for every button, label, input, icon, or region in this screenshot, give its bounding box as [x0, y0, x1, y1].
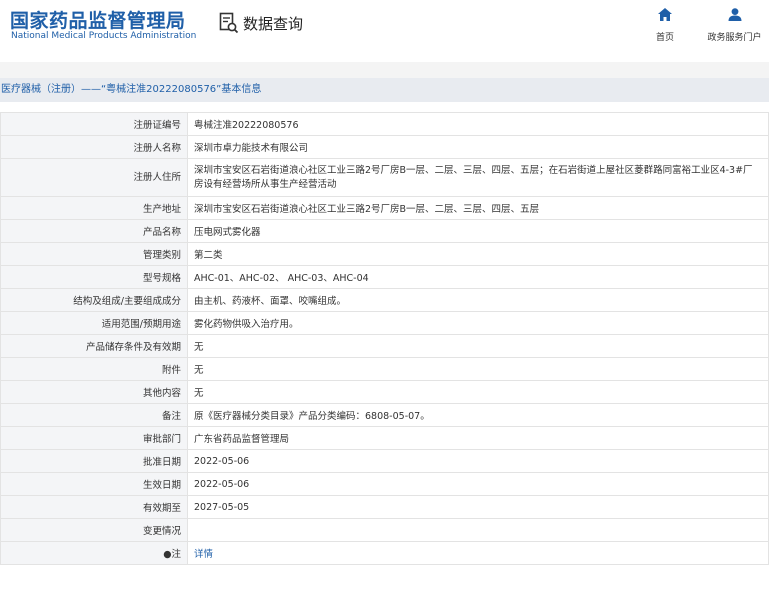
table-row: 其他内容无	[0, 380, 769, 404]
user-icon	[700, 8, 769, 24]
query-label: 数据查询	[243, 14, 304, 33]
row-value: 深圳市宝安区石岩街道浪心社区工业三路2号厂房B一层、二层、三层、四层、五层；在石…	[187, 158, 769, 197]
row-value: 深圳市宝安区石岩街道浪心社区工业三路2号厂房B一层、二层、三层、四层、五层	[187, 196, 769, 220]
row-value: 详情	[187, 541, 769, 565]
table-row: 有效期至 2027-05-05	[0, 495, 769, 519]
row-value: 粤械注准20222080576	[187, 112, 769, 136]
breadcrumb-text: 医疗器械（注册）——“粤械注准20222080576”基本信息	[1, 84, 262, 95]
table-row: 生效日期 2022-05-06	[0, 472, 769, 496]
row-label: 生产地址	[0, 196, 188, 220]
row-value	[187, 518, 769, 542]
table-row: 备注 原《医疗器械分类目录》产品分类编码：6808-05-07。	[0, 403, 769, 427]
row-value: 原《医疗器械分类目录》产品分类编码：6808-05-07。	[187, 403, 769, 427]
row-label: 产品储存条件及有效期	[0, 334, 188, 358]
table-row: ●注 详情	[0, 541, 769, 565]
nav-service-label: 政务服务门户	[707, 33, 762, 43]
header-divider	[0, 62, 769, 78]
nav-home[interactable]: 首页	[647, 8, 683, 43]
row-label: 有效期至	[0, 495, 188, 519]
nav-service-portal[interactable]: 政务服务门户	[700, 8, 769, 43]
table-row: 管理类别 第二类	[0, 242, 769, 266]
row-label: 型号规格	[0, 265, 188, 289]
table-row: 注册人名称 深圳市卓力能技术有限公司	[0, 135, 769, 159]
row-label: 管理类别	[0, 242, 188, 266]
row-value: 无	[187, 334, 769, 358]
breadcrumb: 医疗器械（注册）——“粤械注准20222080576”基本信息	[0, 78, 769, 102]
row-label: 适用范围/预期用途	[0, 311, 188, 335]
row-label: 注册人住所	[0, 158, 188, 197]
row-value: 雾化药物供吸入治疗用。	[187, 311, 769, 335]
details-link[interactable]: 详情	[194, 549, 213, 560]
row-label: 产品名称	[0, 219, 188, 243]
detail-table: 注册证编号 粤械注准20222080576 注册人名称 深圳市卓力能技术有限公司 注册人…	[0, 112, 769, 565]
table-row: 结构及组成/主要组成成分 由主机、药液杯、面罩、咬嘴组成。	[0, 288, 769, 312]
table-row: 型号规格 AHC-01、AHC-02、 AHC-03、AHC-04	[0, 265, 769, 289]
site-header: 国家药品监督管理局 National Medical Products Admi…	[0, 0, 769, 62]
table-row: 审批部门 广东省药品监督管理局	[0, 426, 769, 450]
row-value: 2022-05-06	[187, 449, 769, 473]
table-row: 生产地址 深圳市宝安区石岩街道浪心社区工业三路2号厂房B一层、二层、三层、四层、五…	[0, 196, 769, 220]
row-label: 注册人名称	[0, 135, 188, 159]
home-icon	[647, 8, 683, 24]
table-row: 产品名称 压电网式雾化器	[0, 219, 769, 243]
row-label: 批准日期	[0, 449, 188, 473]
document-search-icon	[219, 12, 239, 34]
row-label: 附件	[0, 357, 188, 381]
logo-subtitle: National Medical Products Administration	[11, 31, 197, 41]
table-row: 注册人住所 深圳市宝安区石岩街道浪心社区工业三路2号厂房B一层、二层、三层、四层、…	[0, 158, 769, 197]
logo-title[interactable]: 国家药品监督管理局	[10, 6, 186, 33]
table-row: 产品储存条件及有效期无	[0, 334, 769, 358]
row-value: 2027-05-05	[187, 495, 769, 519]
row-value: 广东省药品监督管理局	[187, 426, 769, 450]
row-value: 深圳市卓力能技术有限公司	[187, 135, 769, 159]
row-label: 结构及组成/主要组成成分	[0, 288, 188, 312]
row-label: 生效日期	[0, 472, 188, 496]
table-row: 变更情况	[0, 518, 769, 542]
row-label: 注册证编号	[0, 112, 188, 136]
row-value: 压电网式雾化器	[187, 219, 769, 243]
nav-home-label: 首页	[655, 33, 674, 43]
row-label: ●注	[0, 541, 188, 565]
table-row: 适用范围/预期用途 雾化药物供吸入治疗用。	[0, 311, 769, 335]
row-value: 2022-05-06	[187, 472, 769, 496]
row-value: AHC-01、AHC-02、 AHC-03、AHC-04	[187, 265, 769, 289]
table-row: 批准日期 2022-05-06	[0, 449, 769, 473]
table-row: 附件无	[0, 357, 769, 381]
row-value: 无	[187, 357, 769, 381]
row-label: 变更情况	[0, 518, 188, 542]
table-row: 注册证编号 粤械注准20222080576	[0, 112, 769, 136]
row-label: 其他内容	[0, 380, 188, 404]
row-label: 备注	[0, 403, 188, 427]
row-label: 审批部门	[0, 426, 188, 450]
row-value: 由主机、药液杯、面罩、咬嘴组成。	[187, 288, 769, 312]
data-query-title: 数据查询	[219, 12, 303, 34]
row-value: 无	[187, 380, 769, 404]
row-value: 第二类	[187, 242, 769, 266]
